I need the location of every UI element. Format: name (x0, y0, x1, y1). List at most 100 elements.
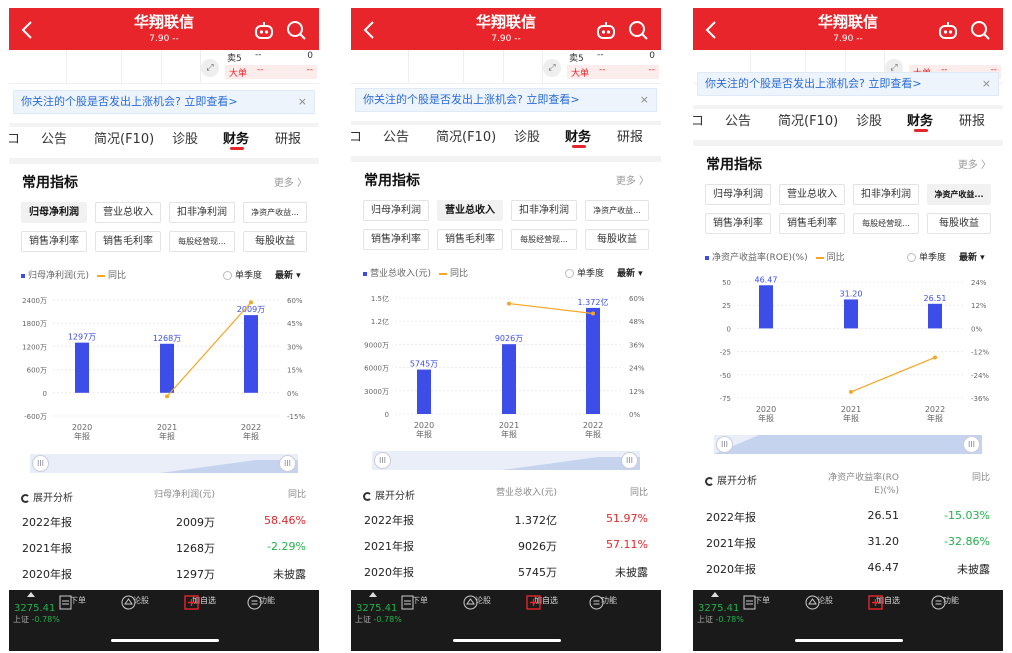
promo-banner-text[interactable]: 你关注的个股是否发出上涨机会? 立即查看> (363, 93, 580, 106)
search-icon[interactable] (969, 19, 991, 41)
indicator-chip[interactable]: 归母净利润 (21, 202, 87, 223)
toolbar-item-3[interactable]: 功能 (931, 595, 971, 610)
search-icon[interactable] (285, 19, 307, 41)
slider-right-handle[interactable]: III (279, 455, 296, 472)
indicator-chip[interactable]: 归母净利润 (705, 184, 771, 205)
expand-icon[interactable]: ⤢ (201, 59, 219, 77)
yoy-point[interactable] (591, 311, 595, 316)
promo-banner[interactable]: 你关注的个股是否发出上涨机会? 立即查看> × (697, 72, 999, 96)
toolbar-item-1[interactable]: 论股 (121, 595, 161, 610)
indicator-chip[interactable]: 销售净利率 (705, 213, 771, 234)
toolbar-item-0[interactable]: 下单 (400, 595, 440, 610)
expand-analysis[interactable]: 展开分析 (705, 472, 757, 487)
indicator-chip[interactable]: 销售净利率 (363, 229, 429, 250)
yoy-point[interactable] (165, 394, 169, 399)
range-slider[interactable]: III III (372, 451, 640, 470)
tab-3[interactable]: 诊股 (514, 126, 540, 145)
indicator-chip[interactable]: 扣非净利润 (853, 184, 919, 205)
expand-icon[interactable]: ⤢ (543, 59, 561, 77)
close-icon[interactable]: × (982, 73, 991, 95)
indicator-chip[interactable]: 每股收益 (585, 229, 649, 250)
toolbar-item-1[interactable]: 论股 (805, 595, 845, 610)
slider-left-handle[interactable]: III (32, 455, 49, 472)
radio-icon[interactable] (565, 269, 574, 278)
index-value[interactable]: 3275.41 (698, 603, 739, 614)
tab-3[interactable]: 诊股 (856, 110, 882, 129)
expand-analysis[interactable]: 展开分析 (21, 489, 73, 504)
expand-up-icon[interactable] (27, 592, 35, 597)
indicator-chip[interactable]: 扣非净利润 (169, 202, 235, 223)
index-value[interactable]: 3275.41 (356, 603, 397, 614)
bar[interactable] (928, 303, 942, 329)
toolbar-item-1[interactable]: 论股 (463, 595, 503, 610)
yoy-point[interactable] (507, 301, 511, 306)
promo-banner-text[interactable]: 你关注的个股是否发出上涨机会? 立即查看> (705, 77, 922, 90)
toolbar-item-0[interactable]: 下单 (58, 595, 98, 610)
indicator-chip[interactable]: 每股收益 (243, 231, 307, 252)
close-icon[interactable]: × (640, 89, 649, 111)
indicator-chip[interactable]: 营业总收入 (95, 202, 161, 223)
indicator-chip[interactable]: 每股收益 (927, 213, 991, 234)
robot-assistant-icon[interactable] (595, 19, 617, 41)
tab-0[interactable]: コ (693, 110, 704, 129)
single-quarter-toggle[interactable]: 单季度 (223, 268, 262, 281)
bar[interactable] (844, 299, 858, 329)
indicator-chip[interactable]: 销售毛利率 (437, 229, 503, 250)
toolbar-item-3[interactable]: 功能 (247, 595, 287, 610)
indicator-chip[interactable]: 归母净利润 (363, 200, 429, 221)
bar[interactable] (586, 307, 600, 414)
indicator-chip[interactable]: 销售净利率 (21, 231, 87, 252)
tab-0[interactable]: コ (351, 126, 362, 145)
slider-left-handle[interactable]: III (716, 436, 733, 453)
single-quarter-toggle[interactable]: 单季度 (565, 266, 604, 279)
more-link[interactable]: 更多 〉 (958, 156, 991, 171)
search-icon[interactable] (627, 19, 649, 41)
indicator-chip[interactable]: 扣非净利润 (511, 200, 577, 221)
index-value[interactable]: 3275.41 (14, 603, 55, 614)
robot-assistant-icon[interactable] (253, 19, 275, 41)
indicator-chip[interactable]: 每股经营现... (169, 231, 235, 252)
toolbar-item-2[interactable]: 加自选 (868, 595, 908, 610)
toolbar-item-3[interactable]: 功能 (589, 595, 629, 610)
bar[interactable] (759, 285, 773, 329)
tab-1[interactable]: 公告 (383, 126, 409, 145)
expand-up-icon[interactable] (369, 592, 377, 597)
bar[interactable] (75, 342, 89, 393)
yoy-point[interactable] (933, 355, 937, 360)
robot-assistant-icon[interactable] (937, 19, 959, 41)
slider-right-handle[interactable]: III (621, 452, 638, 469)
yoy-point[interactable] (849, 389, 853, 394)
indicator-chip[interactable]: 销售毛利率 (95, 231, 161, 252)
more-link[interactable]: 更多 〉 (616, 172, 649, 187)
range-slider[interactable]: III III (714, 435, 982, 454)
tab-0[interactable]: コ (9, 128, 20, 147)
radio-icon[interactable] (223, 271, 232, 280)
indicator-chip[interactable]: 净资产收益... (585, 200, 649, 221)
close-icon[interactable]: × (298, 91, 307, 113)
slider-right-handle[interactable]: III (963, 436, 980, 453)
tab-4[interactable]: 财务 (565, 126, 591, 145)
tab-5[interactable]: 研报 (617, 126, 643, 145)
tab-4[interactable]: 财务 (907, 110, 933, 129)
tab-5[interactable]: 研报 (275, 128, 301, 147)
single-quarter-toggle[interactable]: 单季度 (907, 250, 946, 263)
tab-1[interactable]: 公告 (725, 110, 751, 129)
promo-banner-text[interactable]: 你关注的个股是否发出上涨机会? 立即查看> (21, 95, 238, 108)
indicator-chip[interactable]: 营业总收入 (779, 184, 845, 205)
indicator-chip[interactable]: 净资产收益... (927, 184, 991, 205)
promo-banner[interactable]: 你关注的个股是否发出上涨机会? 立即查看> × (355, 88, 657, 112)
toolbar-item-2[interactable]: 加自选 (526, 595, 566, 610)
tab-2[interactable]: 简况(F10) (94, 128, 154, 147)
latest-dropdown[interactable]: 最新 ▾ (617, 266, 643, 279)
yoy-point[interactable] (249, 300, 253, 305)
expand-analysis[interactable]: 展开分析 (363, 487, 415, 502)
tab-4[interactable]: 财务 (223, 128, 249, 147)
bar[interactable] (244, 315, 258, 393)
indicator-chip[interactable]: 每股经营现... (511, 229, 577, 250)
tab-3[interactable]: 诊股 (172, 128, 198, 147)
toolbar-item-2[interactable]: 加自选 (184, 595, 224, 610)
bar[interactable] (160, 343, 174, 393)
more-link[interactable]: 更多 〉 (274, 174, 307, 189)
tab-1[interactable]: 公告 (41, 128, 67, 147)
range-slider[interactable]: III III (30, 454, 298, 473)
